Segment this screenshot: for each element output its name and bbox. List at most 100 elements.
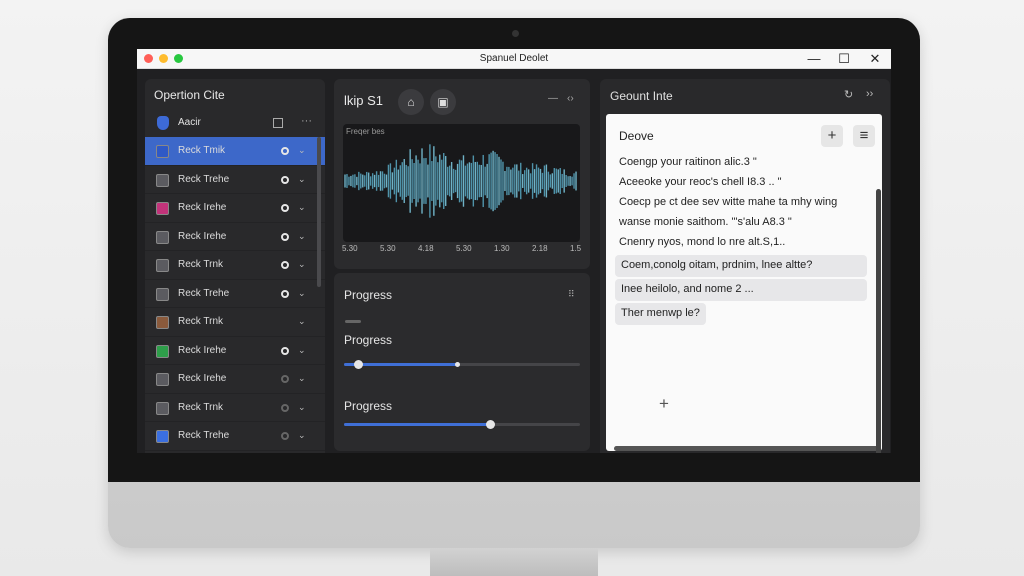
shield-icon [157, 116, 169, 130]
track-radio[interactable] [281, 346, 289, 355]
vertical-scrollbar[interactable] [876, 189, 881, 453]
clip-title: lkip S1 [344, 93, 384, 108]
track-icon [156, 259, 169, 272]
time-tick: 5.30 [342, 244, 358, 253]
track-radio[interactable] [281, 403, 289, 412]
progress-fill-2 [344, 423, 491, 426]
track-row[interactable]: Reck Irehe ⌄ [145, 194, 325, 223]
track-radio[interactable] [281, 204, 289, 212]
waveform-icon [344, 144, 577, 218]
track-label: Reck Trehe [178, 430, 230, 441]
horizontal-scrollbar[interactable] [614, 446, 880, 451]
chat-title: Deove [619, 129, 654, 143]
camera-dot [512, 30, 519, 37]
chat-message: Coecp pe ct dee sev witte mahe ta mhy wi… [619, 196, 838, 208]
track-radio[interactable] [281, 261, 289, 269]
add-button[interactable]: + [821, 125, 843, 147]
monitor-stand [430, 548, 598, 576]
chat-bubble[interactable]: Ther menwp le? [615, 303, 706, 325]
progress-label-2: Progress [344, 399, 393, 413]
progress-panel: Progress ⠿ Progress Progress [334, 273, 590, 451]
track-row[interactable]: Reck Tmik ⌄ [145, 137, 325, 166]
progress-slider-2[interactable] [344, 420, 580, 429]
asset-row[interactable]: Aacir ··· [145, 111, 325, 137]
chat-bubble[interactable]: Coem,conolg oitam, prdnim, lnee altte? [615, 255, 867, 277]
chevron-down-icon[interactable]: ⌄ [298, 145, 306, 156]
track-panel: Opertion Cite Aacir ··· Reck Tmik ⌄ Reck T… [145, 79, 325, 453]
track-icon [156, 145, 169, 158]
track-icon [156, 344, 169, 358]
chat-message: Cnenry nyos, mond lo nre alt.S,1.. [619, 236, 786, 248]
track-row[interactable]: Reck Trnk ⌄ [145, 308, 325, 337]
chat-bubble[interactable]: Inee heilolo, and nome 2 ... [615, 279, 867, 301]
track-icon [156, 173, 169, 187]
chevron-down-icon[interactable]: ⌄ [298, 174, 306, 185]
expand-panel-icon[interactable]: ‹› [567, 93, 574, 104]
minimize-button[interactable]: — [801, 50, 827, 68]
track-list-scrollbar[interactable] [317, 137, 321, 287]
title-bar: Spanuel Deolet — ☐ ✕ [137, 49, 891, 69]
close-button[interactable]: ✕ [862, 50, 888, 68]
refresh-icon[interactable]: ↻ [844, 88, 853, 101]
minimize-panel-icon[interactable]: — [548, 93, 558, 104]
track-icon [156, 202, 169, 215]
track-row[interactable]: Reck Trehe ⌄ [145, 280, 325, 308]
track-label: Reck Trnk [178, 316, 224, 327]
slider-end-marker-1 [455, 362, 461, 367]
track-label: Reck Irehe [178, 230, 227, 242]
waveform-view[interactable]: Freqer bes [343, 124, 580, 242]
track-row[interactable]: Reck Trehe ⌄ [145, 422, 325, 451]
track-row[interactable]: Reck Irehe ⌄ [145, 223, 325, 251]
chevron-down-icon[interactable]: ⌄ [298, 288, 306, 299]
slider-knob-2[interactable] [486, 420, 496, 429]
track-label: Reck Tmik [178, 145, 226, 156]
window-title: Spanuel Deolet [479, 53, 549, 64]
maximize-button[interactable]: ☐ [831, 50, 857, 68]
track-radio[interactable] [281, 175, 289, 184]
chevron-down-icon[interactable]: ⌄ [298, 231, 306, 242]
track-row[interactable]: Reck Trnk ⌄ [145, 394, 325, 422]
track-icon [156, 373, 169, 386]
checkbox[interactable] [273, 118, 283, 128]
plus-icon[interactable]: + [659, 394, 669, 414]
track-row[interactable]: Reck Trnk ⌄ [145, 251, 325, 280]
home-icon[interactable]: ⌂ [398, 89, 424, 115]
menu-icon[interactable]: ≡ [853, 125, 875, 147]
track-row[interactable]: Reck Trehe ⌄ [145, 166, 325, 194]
track-radio[interactable] [281, 289, 289, 298]
chevron-down-icon[interactable]: ⌄ [298, 259, 306, 270]
expand-icon[interactable]: ›› [866, 88, 873, 100]
chat-panel-title: Geount Inte [610, 89, 673, 103]
chevron-down-icon[interactable]: ⌄ [298, 373, 306, 384]
chevron-down-icon[interactable]: ⌄ [298, 402, 306, 413]
chevron-down-icon[interactable]: ⌄ [298, 430, 306, 441]
slider-knob-1[interactable] [354, 360, 364, 369]
track-row[interactable]: Reck Irehe ⌄ [145, 337, 325, 365]
track-row[interactable]: Reck Irehe ⌄ [145, 365, 325, 394]
track-label: Reck Trehe [178, 287, 230, 299]
asset-label: Aacir [178, 117, 201, 128]
track-radio[interactable] [281, 147, 289, 155]
track-icon [156, 316, 169, 329]
time-tick: 1.30 [494, 244, 510, 253]
track-label: Reck Trnk [178, 401, 224, 413]
progress-slider-1[interactable] [344, 360, 580, 369]
track-icon [156, 230, 169, 244]
time-tick: 5.30 [380, 244, 396, 253]
frame-icon[interactable]: ▣ [430, 89, 456, 115]
track-label: Reck Irehe [178, 373, 227, 384]
grid-icon[interactable]: ⠿ [568, 289, 575, 300]
chat-message: Aceeoke your reoc's chell I8.3 .. " [619, 176, 782, 188]
progress-label-1: Progress [344, 333, 393, 347]
more-icon[interactable]: ··· [301, 115, 312, 127]
time-ruler: 5.30 5.30 4.18 5.30 1.30 2.18 1.5 [342, 244, 582, 258]
track-radio[interactable] [281, 375, 289, 383]
track-label: Reck Irehe [178, 202, 227, 213]
chevron-down-icon[interactable]: ⌄ [298, 202, 306, 213]
chevron-down-icon[interactable]: ⌄ [298, 316, 306, 327]
chevron-down-icon[interactable]: ⌄ [298, 345, 306, 356]
track-label: Reck Irehe [178, 344, 227, 356]
time-tick: 4.18 [418, 244, 434, 253]
track-radio[interactable] [281, 432, 289, 440]
track-radio[interactable] [281, 232, 289, 241]
